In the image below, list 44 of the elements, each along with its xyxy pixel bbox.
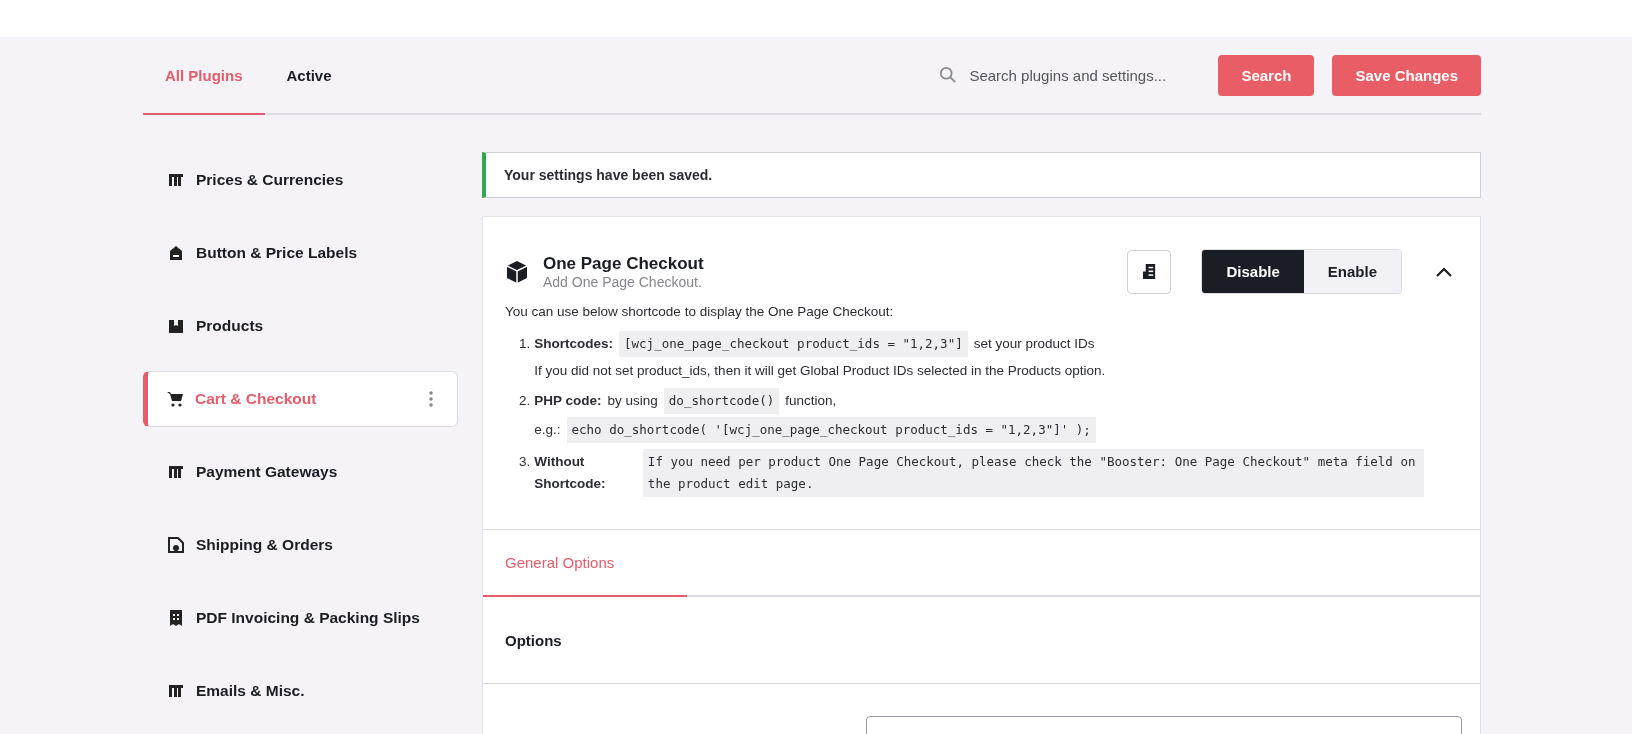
code-snippet: [wcj_one_page_checkout product_ids = "1,2,3"]	[619, 331, 968, 357]
sidebar-item[interactable]: Shipping & Orders	[143, 517, 458, 573]
sidebar-item[interactable]: Products	[143, 298, 458, 354]
step-number: 3.	[519, 454, 531, 469]
step-label: Shortcodes:	[534, 335, 614, 353]
columns-icon	[168, 172, 184, 188]
step-text: by using	[607, 392, 658, 410]
success-notice: Your settings have been saved.	[482, 152, 1481, 198]
cube-icon	[505, 259, 529, 284]
box-icon	[168, 318, 184, 334]
receipt-icon	[168, 610, 184, 626]
columns-icon	[168, 683, 184, 699]
documentation-button[interactable]	[1127, 249, 1172, 294]
sidebar-item[interactable]: Emails & Misc.	[143, 663, 458, 719]
section-tab[interactable]: General Options	[483, 530, 687, 597]
columns-icon	[168, 464, 184, 480]
code-snippet: If you need per product One Page Checkout, please check the "Booster: One Page Checkout" meta field on the product edit page.	[642, 449, 1425, 497]
toggle-button[interactable]: Disable	[1202, 250, 1304, 293]
plugin-tab[interactable]: Active	[264, 37, 354, 115]
sidebar-item[interactable]: Button & Price Labels	[143, 225, 458, 281]
code-snippet: do_shortcode()	[663, 388, 780, 414]
search-field[interactable]: Search plugins and settings...	[939, 65, 1197, 85]
sidebar-item[interactable]: Prices & Currencies	[143, 152, 458, 208]
module-subtitle: Add One Page Checkout.	[543, 273, 703, 290]
more-icon[interactable]	[429, 391, 433, 407]
step-label: PHP code:	[534, 392, 602, 410]
code-snippet: echo do_shortcode( '[wcj_one_page_checkout product_ids = "1,2,3"]' );	[566, 417, 1096, 443]
step-label: Without Shortcode:	[534, 453, 607, 493]
cart-icon	[167, 391, 183, 407]
section-heading: Options	[505, 631, 562, 649]
step-number: 1.	[519, 336, 531, 351]
step-text: function,	[785, 392, 837, 410]
document-icon	[168, 537, 184, 553]
sidebar-item[interactable]: PDF Invoicing & Packing Slips	[143, 590, 458, 646]
intro-text: You can use below shortcode to display the One Page Checkout:	[505, 304, 895, 319]
document-icon	[1141, 263, 1157, 280]
sidebar-item[interactable]: Payment Gateways	[143, 444, 458, 500]
search-icon	[939, 66, 958, 84]
house-icon	[168, 245, 184, 261]
step-text: set your product IDs	[973, 335, 1095, 353]
step-text: If you did not set product_ids, then it will get Global Product IDs selected in the Products option.	[534, 362, 1106, 380]
step-text: e.g.:	[534, 421, 561, 439]
module-title: One Page Checkout	[543, 253, 705, 274]
step-number: 2.	[519, 393, 531, 408]
